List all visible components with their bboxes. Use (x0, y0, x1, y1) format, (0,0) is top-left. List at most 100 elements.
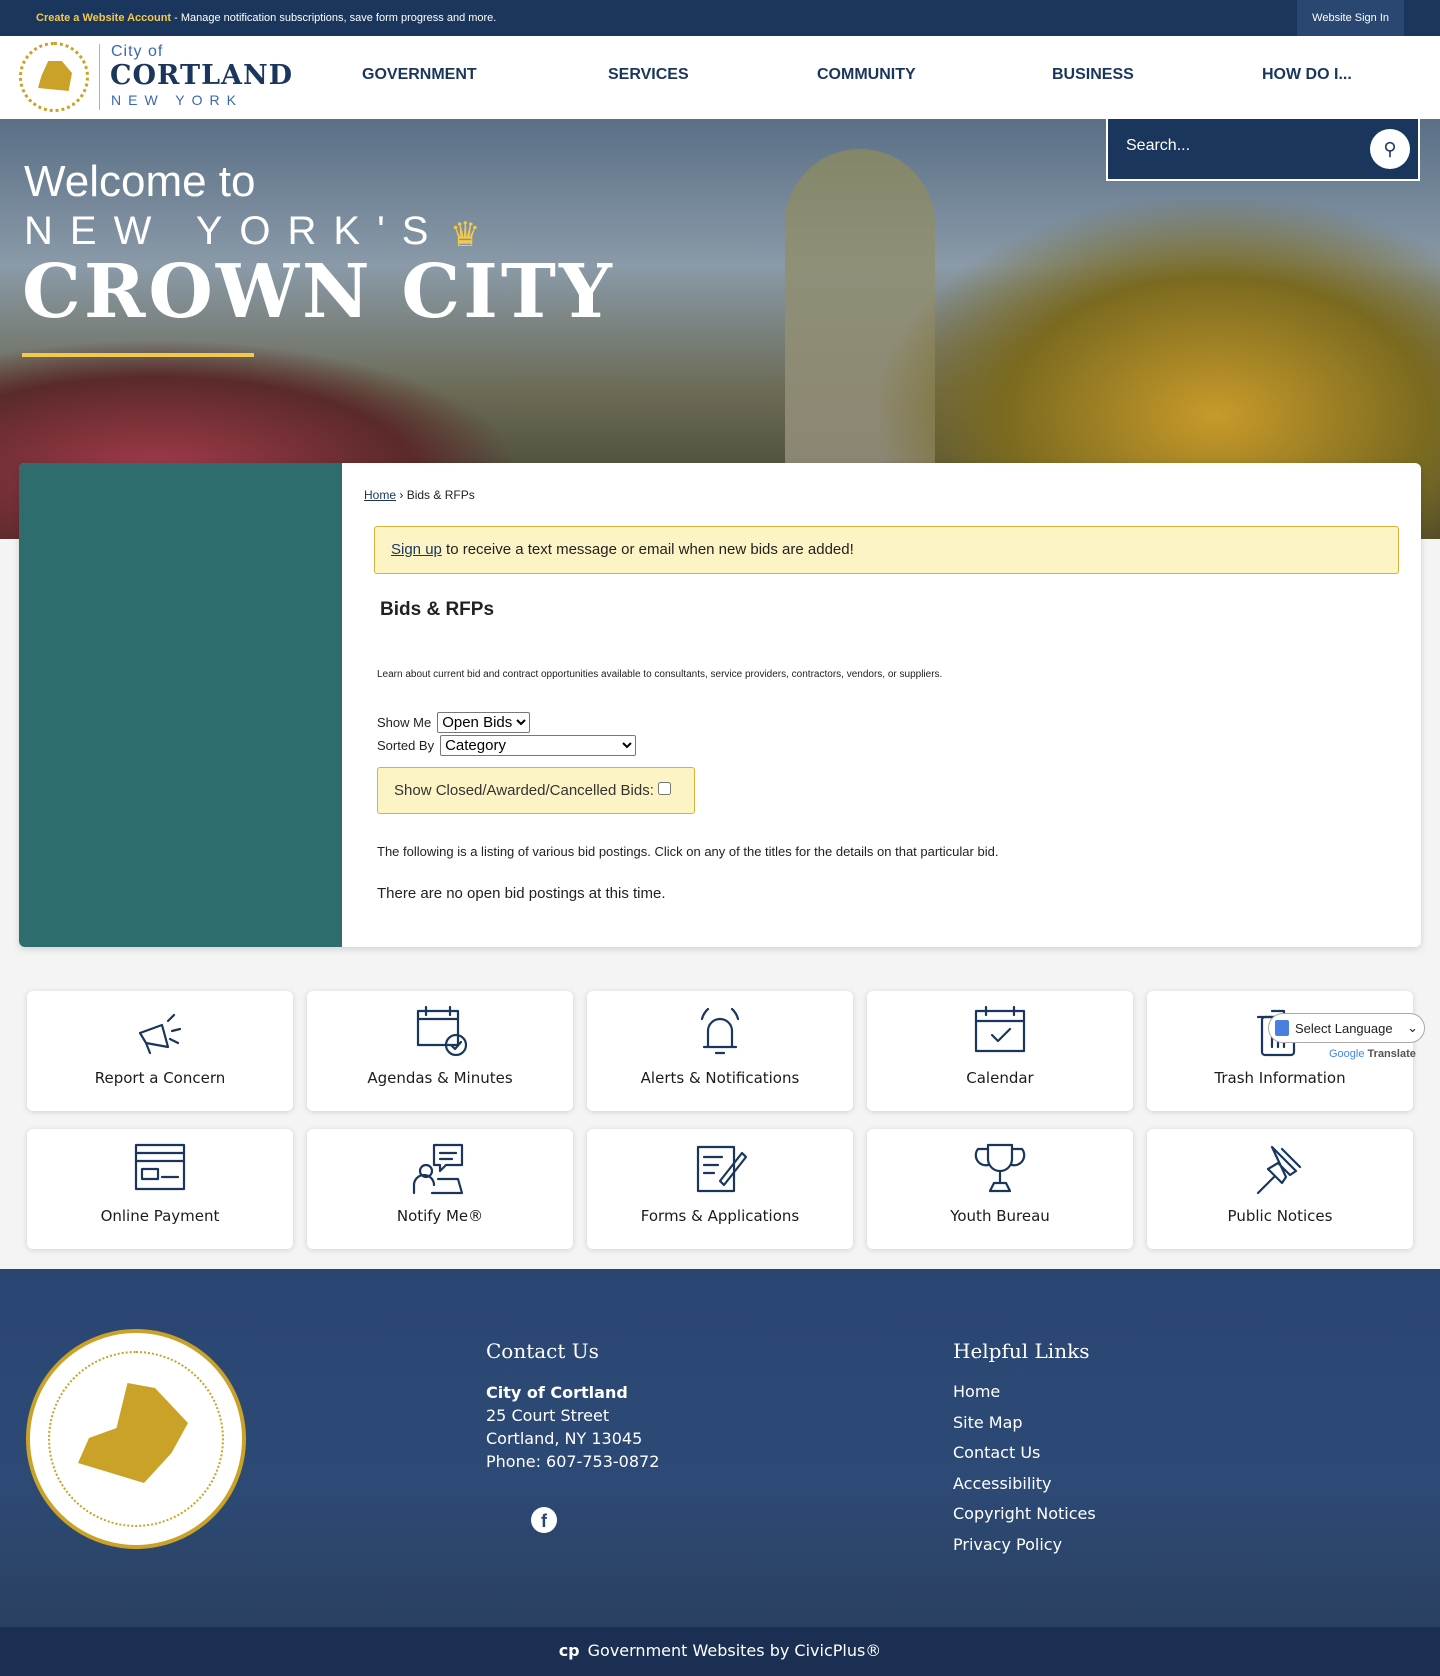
tile-report-a-concern[interactable]: Report a Concern (27, 991, 293, 1111)
hero-underline (22, 353, 254, 357)
tile-label: Public Notices (1227, 1207, 1333, 1225)
pushpin-icon (1147, 1141, 1413, 1199)
contact-phone[interactable]: Phone: 607-753-0872 (486, 1450, 659, 1473)
intro-text: Learn about current bid and contract opp… (377, 669, 943, 680)
logo-line1: City of (111, 43, 164, 60)
facebook-icon[interactable]: f (531, 1507, 557, 1533)
empty-message: There are no open bid postings at this t… (377, 885, 666, 902)
chevron-down-icon: ⌄ (1407, 1020, 1418, 1035)
account-message-text: - Manage notification subscriptions, sav… (171, 12, 497, 24)
trophy-icon (867, 1141, 1133, 1199)
tile-label: Notify Me® (396, 1207, 484, 1225)
top-bar: Create a Website Account - Manage notifi… (0, 0, 1440, 36)
tile-label: Youth Bureau (950, 1207, 1050, 1225)
logo-line3: NEW YORK (111, 92, 243, 108)
sign-up-link[interactable]: Sign up (391, 541, 442, 558)
translate-label: Translate (1367, 1048, 1416, 1060)
tile-alerts-notifications[interactable]: Alerts & Notifications (587, 991, 853, 1111)
civicplus-logo-icon: cp (558, 1641, 580, 1660)
hero-ny: NEW YORK'S (24, 209, 446, 253)
footer-link-contact-us[interactable]: Contact Us (953, 1438, 1096, 1469)
google-translate-credit: Google Translate (1329, 1048, 1416, 1060)
civicplus-text: Government Websites by CivicPlus® (587, 1641, 882, 1660)
breadcrumb-home[interactable]: Home (364, 488, 396, 502)
search-icon: ⚲ (1383, 139, 1397, 159)
tile-public-notices[interactable]: Public Notices (1147, 1129, 1413, 1249)
tile-forms-applications[interactable]: Forms & Applications (587, 1129, 853, 1249)
tile-label: Agendas & Minutes (367, 1069, 513, 1087)
breadcrumb: Home › Bids & RFPs (364, 488, 475, 502)
create-account-link[interactable]: Create a Website Account (36, 12, 171, 24)
form-pen-icon (587, 1141, 853, 1199)
bell-icon (587, 1003, 853, 1061)
content-card: Home › Bids & RFPs Sign up to receive a … (19, 463, 1421, 947)
search-box: ⚲ (1106, 119, 1420, 181)
helpful-links: Home Site Map Contact Us Accessibility C… (953, 1377, 1096, 1560)
sorted-by-label: Sorted By (377, 738, 435, 753)
tile-youth-bureau[interactable]: Youth Bureau (867, 1129, 1133, 1249)
listing-text: The following is a listing of various bi… (377, 844, 999, 859)
city-seal (26, 1329, 246, 1549)
tile-online-payment[interactable]: Online Payment (27, 1129, 293, 1249)
tile-notify-me[interactable]: Notify Me® (307, 1129, 573, 1249)
breadcrumb-current: Bids & RFPs (406, 488, 475, 502)
google-translate-icon (1275, 1020, 1289, 1036)
nav-community[interactable]: COMMUNITY (817, 66, 916, 84)
alert-text: to receive a text message or email when … (441, 541, 854, 558)
payment-icon (27, 1141, 293, 1199)
show-me-select[interactable]: Open Bids (437, 712, 531, 733)
tile-label: Forms & Applications (640, 1207, 800, 1225)
show-closed-checkbox[interactable] (658, 782, 672, 795)
select-language-dropdown[interactable]: Select Language ⌄ (1268, 1013, 1425, 1043)
nav-government[interactable]: GOVERNMENT (362, 66, 477, 84)
tile-agendas-minutes[interactable]: Agendas & Minutes (307, 991, 573, 1111)
breadcrumb-separator: › (396, 488, 407, 502)
contact-address1: 25 Court Street (486, 1406, 610, 1425)
signup-alert: Sign up to receive a text message or ema… (374, 526, 1399, 574)
main-content: Home › Bids & RFPs Sign up to receive a … (342, 463, 1421, 947)
search-input[interactable] (1126, 137, 1346, 155)
footer-link-home[interactable]: Home (953, 1377, 1096, 1408)
sorted-by-select[interactable]: Category (440, 735, 637, 756)
contact-address2: Cortland, NY 13045 (486, 1429, 643, 1448)
calendar-icon (867, 1003, 1133, 1061)
contact-org: City of Cortland (486, 1383, 628, 1402)
tile-label: Alerts & Notifications (640, 1069, 800, 1087)
select-language-label: Select Language (1295, 1021, 1393, 1036)
tile-calendar[interactable]: Calendar (867, 991, 1133, 1111)
page-title: Bids & RFPs (380, 599, 495, 620)
sidebar (19, 463, 342, 947)
contact-title: Contact Us (486, 1339, 599, 1363)
site-header: City of CORTLAND NEW YORK GOVERNMENT SER… (0, 36, 1440, 119)
tile-label: Calendar (966, 1069, 1034, 1087)
chat-person-icon (307, 1141, 573, 1199)
helpful-links-title: Helpful Links (953, 1339, 1090, 1363)
calendar-check-icon (307, 1003, 573, 1061)
nav-how-do-i[interactable]: HOW DO I... (1262, 66, 1352, 84)
civicplus-bar[interactable]: cp Government Websites by CivicPlus® (0, 1627, 1440, 1676)
search-button[interactable]: ⚲ (1370, 129, 1410, 169)
logo-line2: CORTLAND (110, 60, 294, 91)
show-me-label: Show Me (377, 715, 432, 730)
hero-city: CROWN CITY (22, 249, 615, 335)
footer: Contact Us City of Cortland 25 Court Str… (0, 1269, 1440, 1627)
show-closed-box: Show Closed/Awarded/Cancelled Bids: (377, 767, 695, 814)
footer-link-accessibility[interactable]: Accessibility (953, 1469, 1096, 1500)
footer-link-copyright[interactable]: Copyright Notices (953, 1499, 1096, 1530)
footer-link-site-map[interactable]: Site Map (953, 1408, 1096, 1439)
google-label: Google (1329, 1048, 1365, 1060)
hero-welcome: Welcome to (24, 157, 256, 206)
tile-label: Report a Concern (94, 1069, 226, 1087)
tile-label: Trash Information (1214, 1069, 1346, 1087)
tile-label: Online Payment (100, 1207, 220, 1225)
account-message: Create a Website Account - Manage notifi… (36, 12, 496, 24)
website-sign-in-button[interactable]: Website Sign In (1297, 0, 1404, 36)
city-seal-icon (19, 42, 89, 112)
nav-business[interactable]: BUSINESS (1052, 66, 1134, 84)
logo-divider (99, 44, 100, 110)
contact-info: City of Cortland 25 Court Street Cortlan… (486, 1381, 659, 1473)
footer-link-privacy[interactable]: Privacy Policy (953, 1530, 1096, 1561)
nav-services[interactable]: SERVICES (608, 66, 689, 84)
megaphone-icon (27, 1003, 293, 1061)
show-closed-label: Show Closed/Awarded/Cancelled Bids: (394, 782, 654, 799)
